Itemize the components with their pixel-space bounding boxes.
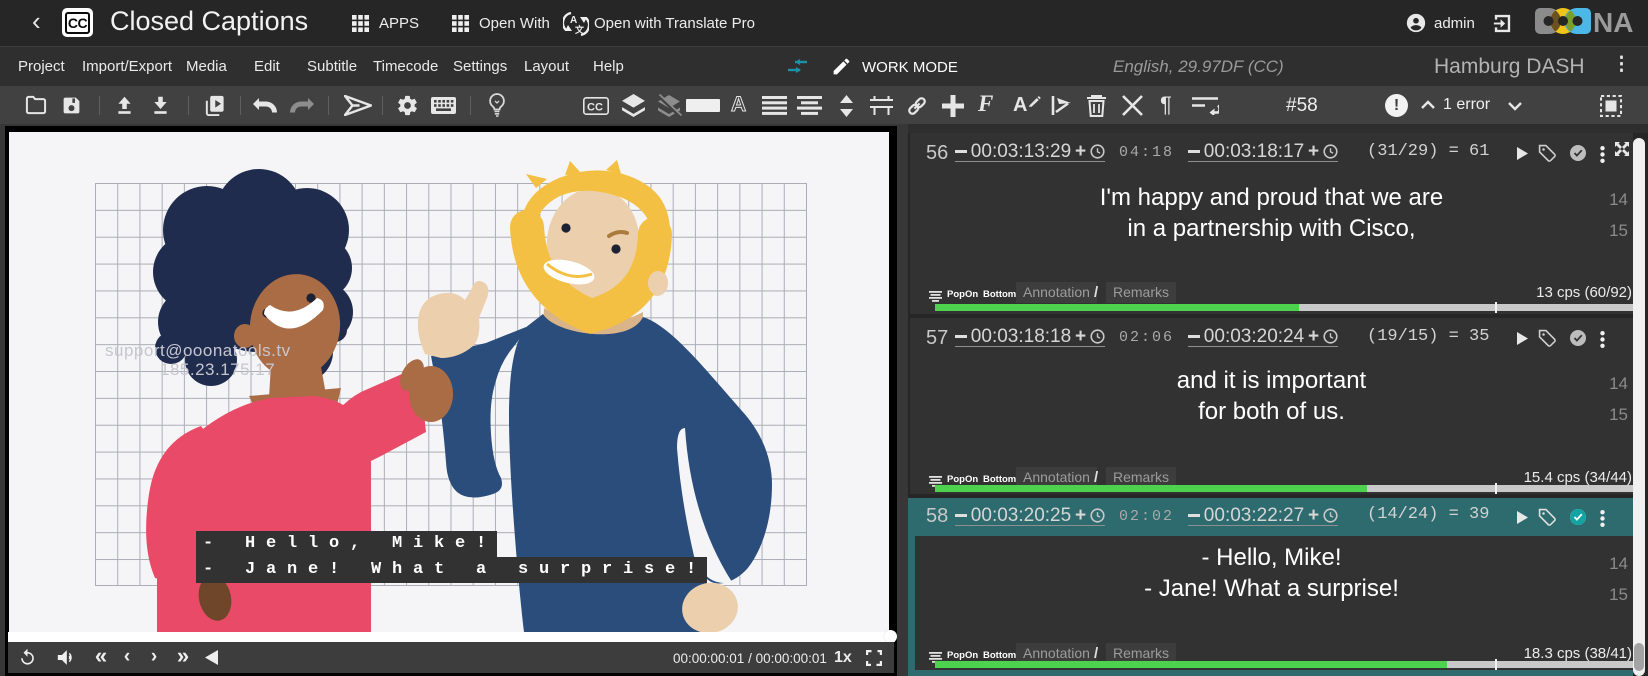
svg-text:文: 文: [574, 24, 585, 35]
svg-text:NA: NA: [1593, 7, 1633, 36]
svg-text:CC: CC: [587, 101, 603, 113]
